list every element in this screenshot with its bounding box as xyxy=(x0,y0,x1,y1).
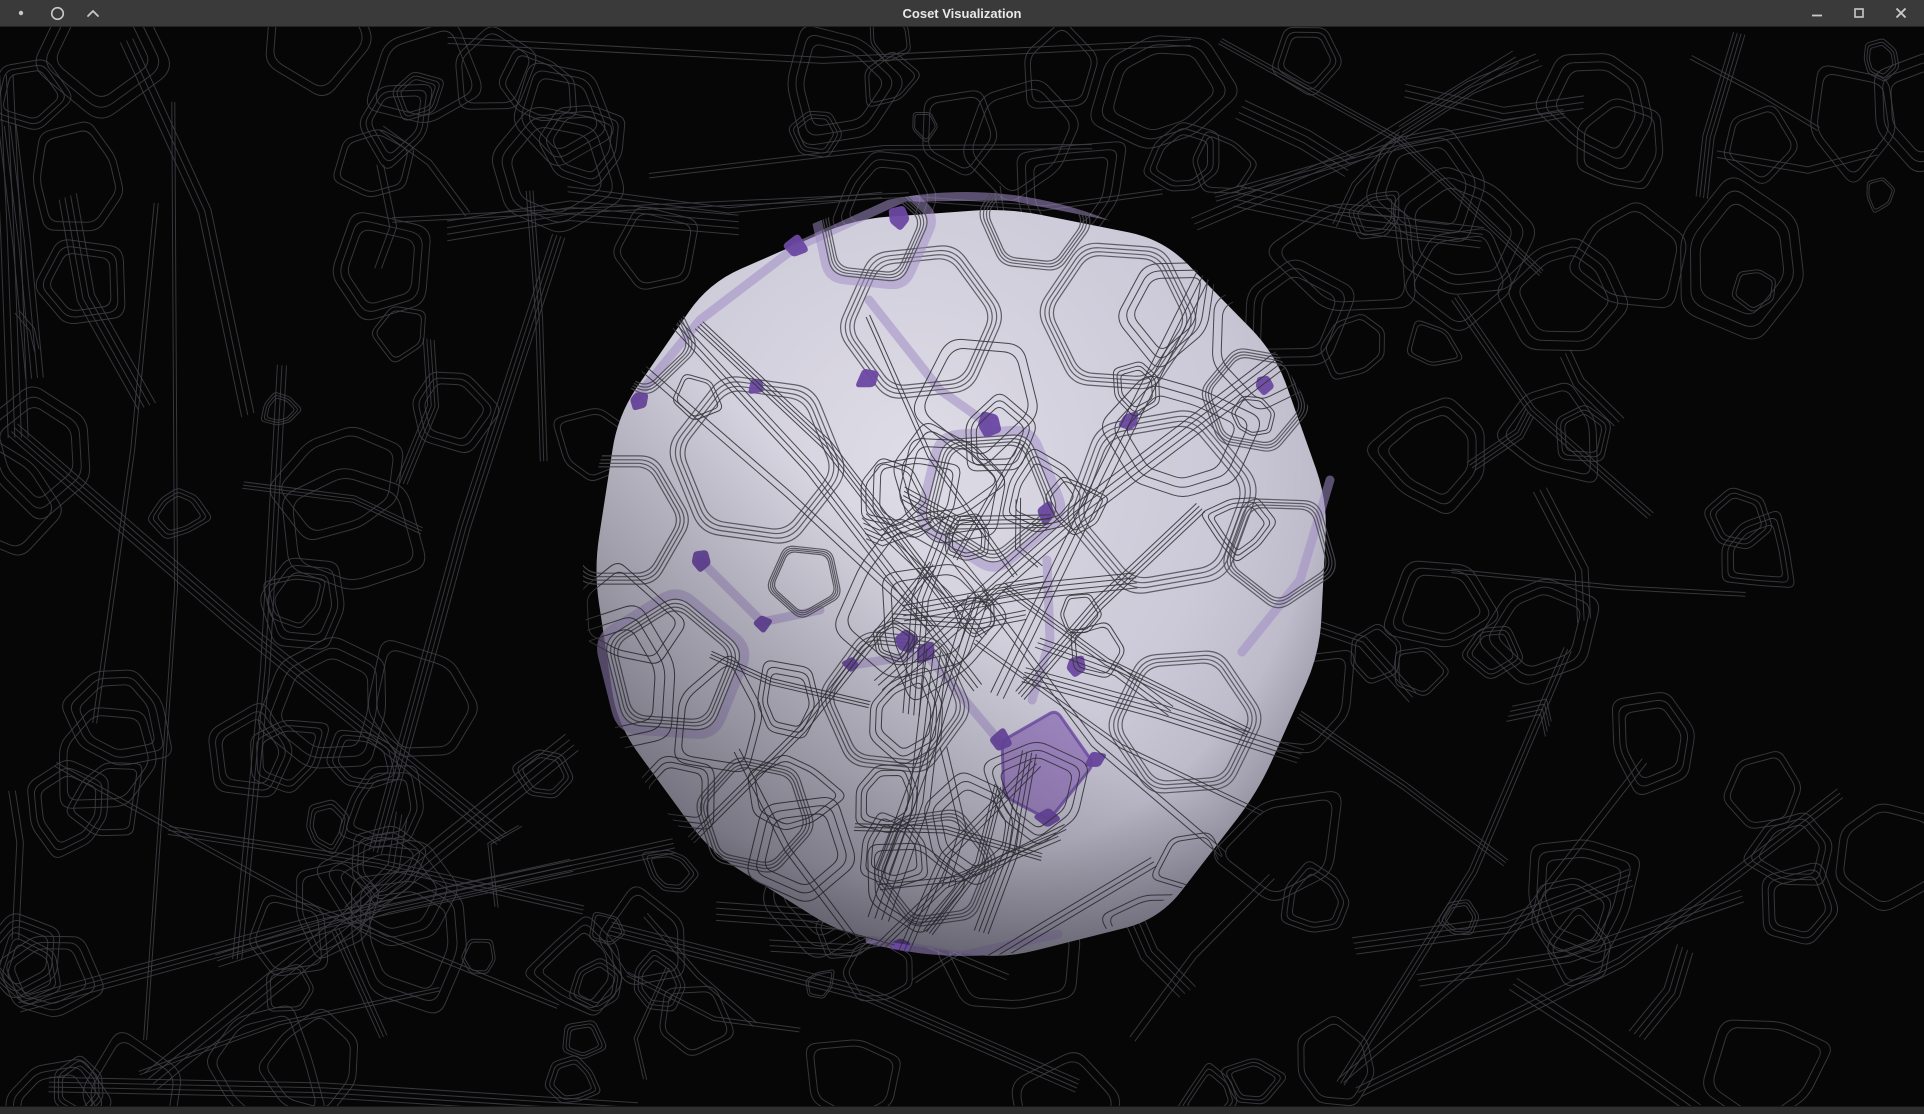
dot-indicator-icon[interactable] xyxy=(12,4,30,22)
titlebar-left-controls xyxy=(0,4,102,22)
chevron-up-icon[interactable] xyxy=(84,4,102,22)
circle-icon[interactable] xyxy=(48,4,66,22)
coset-scene-canvas[interactable] xyxy=(0,27,1924,1106)
3d-viewport[interactable] xyxy=(0,27,1924,1106)
titlebar: Coset Visualization xyxy=(0,0,1924,27)
window-bottom-border xyxy=(0,1106,1924,1114)
maximize-icon[interactable] xyxy=(1850,4,1868,22)
close-icon[interactable] xyxy=(1892,4,1910,22)
titlebar-right-controls xyxy=(1808,4,1924,22)
minimize-icon[interactable] xyxy=(1808,4,1826,22)
window-title: Coset Visualization xyxy=(0,0,1924,27)
